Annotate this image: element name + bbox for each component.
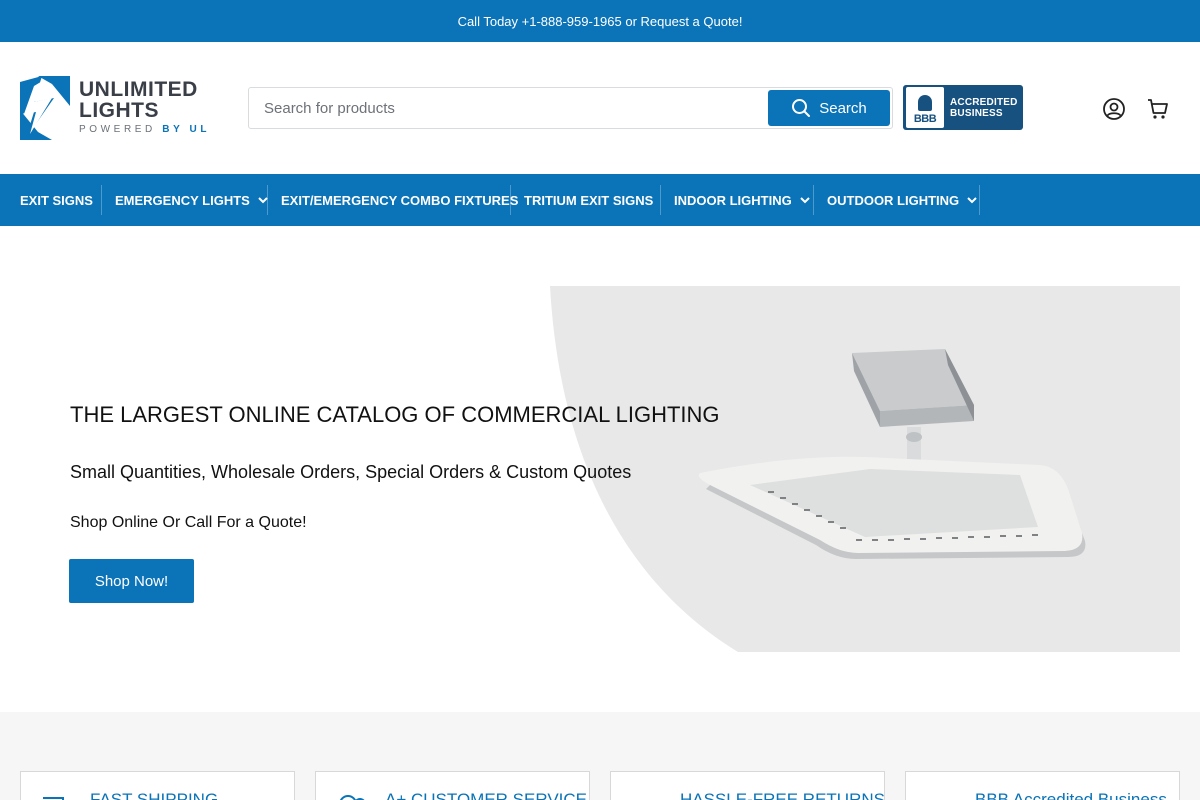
nav-divider (267, 185, 268, 215)
logo-tagline-brand: BY UL (162, 124, 211, 135)
nav-exit-emergency-combo[interactable]: EXIT/EMERGENCY COMBO FIXTURES (281, 185, 518, 215)
cart-button[interactable] (1145, 96, 1171, 122)
main-nav: EXIT SIGNS EMERGENCY LIGHTS EXIT/EMERGEN… (0, 174, 1200, 226)
announcement-bar: Call Today +1-888-959-1965 or Request a … (0, 0, 1200, 42)
return-icon (631, 790, 665, 800)
search-input[interactable] (249, 88, 764, 128)
feature-label: BBB Accredited Business (975, 790, 1167, 800)
badge-icon (926, 790, 960, 800)
nav-label: TRITIUM EXIT SIGNS (524, 192, 654, 208)
shop-now-button[interactable]: Shop Now! (69, 559, 194, 603)
bbb-torch-icon: BBB (906, 87, 944, 128)
nav-emergency-lights[interactable]: EMERGENCY LIGHTS (115, 185, 268, 215)
nav-exit-signs[interactable]: EXIT SIGNS (20, 185, 93, 215)
logo-line-1: UNLIMITED (79, 78, 198, 101)
bbb-badge-text: ACCREDITED BUSINESS (950, 97, 1018, 119)
hero-title: THE LARGEST ONLINE CATALOG OF COMMERCIAL… (70, 402, 720, 427)
logo-tagline-prefix: POWERED (79, 124, 156, 135)
search-button[interactable]: Search (768, 90, 890, 126)
logo-tagline: POWERED BY UL (79, 124, 210, 135)
site-header: UNLIMITED LIGHTS POWERED BY UL Search BB… (0, 42, 1200, 174)
chevron-down-icon (800, 197, 810, 204)
feature-bbb[interactable]: BBB Accredited Business (905, 771, 1180, 800)
logo-line-2: LIGHTS (79, 99, 159, 122)
nav-label: INDOOR LIGHTING (674, 192, 792, 208)
features-section: FAST SHIPPING A+ CUSTOMER SERVICE HASSLE… (0, 712, 1200, 800)
nav-outdoor-lighting[interactable]: OUTDOOR LIGHTING (827, 185, 977, 215)
nav-divider (510, 185, 511, 215)
search-button-label: Search (819, 99, 867, 117)
search-icon (792, 99, 811, 117)
cart-icon (1148, 99, 1168, 119)
lightning-logo-icon (20, 76, 70, 140)
feature-customer-service[interactable]: A+ CUSTOMER SERVICE (315, 771, 590, 800)
nav-label: OUTDOOR LIGHTING (827, 192, 960, 208)
nav-indoor-lighting[interactable]: INDOOR LIGHTING (674, 185, 810, 215)
account-button[interactable] (1101, 96, 1127, 122)
chevron-down-icon (967, 197, 977, 204)
nav-label: EMERGENCY LIGHTS (115, 192, 250, 208)
feature-fast-shipping[interactable]: FAST SHIPPING (20, 771, 295, 800)
feature-label: FAST SHIPPING (90, 790, 219, 800)
support-icon (339, 795, 365, 800)
hero-cta-text: Shop Online Or Call For a Quote! (70, 514, 307, 531)
hero-subtitle: Small Quantities, Wholesale Orders, Spec… (70, 462, 632, 482)
site-logo[interactable]: UNLIMITED LIGHTS POWERED BY UL (20, 76, 210, 142)
truck-icon (43, 797, 64, 800)
feature-label: A+ CUSTOMER SERVICE (385, 790, 588, 800)
search-bar: Search (248, 87, 893, 129)
nav-divider (660, 185, 661, 215)
nav-label: EXIT SIGNS (20, 192, 93, 208)
account-icon (1103, 98, 1125, 120)
bbb-line-2: BUSINESS (950, 107, 1003, 119)
announcement-text[interactable]: Call Today +1-888-959-1965 or Request a … (458, 14, 743, 29)
bbb-accredited-badge[interactable]: BBB ACCREDITED BUSINESS (903, 85, 1023, 130)
nav-tritium-exit-signs[interactable]: TRITIUM EXIT SIGNS (524, 185, 653, 215)
canopy-light-product-image (698, 349, 1086, 559)
nav-divider (101, 185, 102, 215)
feature-returns[interactable]: HASSLE-FREE RETURNS (610, 771, 885, 800)
bbb-mark-text: BBB (913, 113, 937, 125)
nav-divider (813, 185, 814, 215)
nav-label: EXIT/EMERGENCY COMBO FIXTURES (281, 192, 519, 208)
bbb-line-1: ACCREDITED (950, 96, 1018, 108)
nav-divider (979, 185, 980, 215)
feature-label: HASSLE-FREE RETURNS (680, 790, 885, 800)
